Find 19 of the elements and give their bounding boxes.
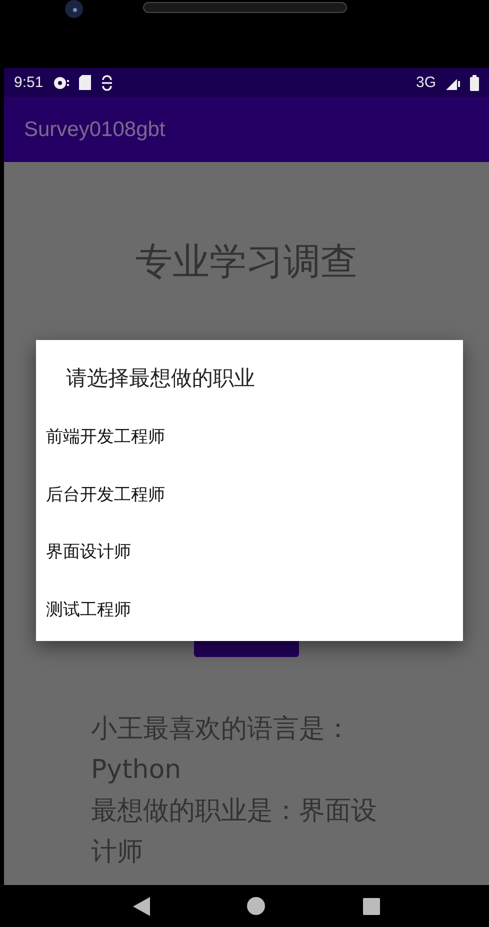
dialog-option[interactable]: 前端开发工程师 bbox=[36, 408, 463, 466]
back-icon[interactable] bbox=[132, 896, 150, 916]
dialog-option[interactable]: 测试工程师 bbox=[36, 580, 463, 638]
status-time: 9:51 bbox=[14, 74, 44, 91]
sync-icon bbox=[101, 74, 114, 90]
home-icon[interactable] bbox=[247, 897, 266, 915]
page-heading: 专业学习调查 bbox=[136, 239, 358, 285]
notification-icon bbox=[53, 76, 70, 90]
recents-icon[interactable] bbox=[363, 898, 380, 914]
network-type: 3G bbox=[416, 74, 436, 91]
sd-card-icon bbox=[79, 75, 92, 90]
dialog-option[interactable]: 后台开发工程师 bbox=[36, 466, 463, 523]
result-text: 小王最喜欢的语言是：Python bbox=[91, 713, 352, 787]
battery-icon bbox=[470, 74, 479, 90]
dialog-title: 请选择最想做的职业 bbox=[66, 365, 256, 392]
camera-lens-icon bbox=[63, 0, 85, 20]
dialog-option[interactable]: 界面设计师 bbox=[36, 523, 463, 580]
result-text: 最想做的职业是：界面设计师 bbox=[91, 795, 378, 869]
app-title: Survey0108gbt bbox=[24, 118, 166, 142]
